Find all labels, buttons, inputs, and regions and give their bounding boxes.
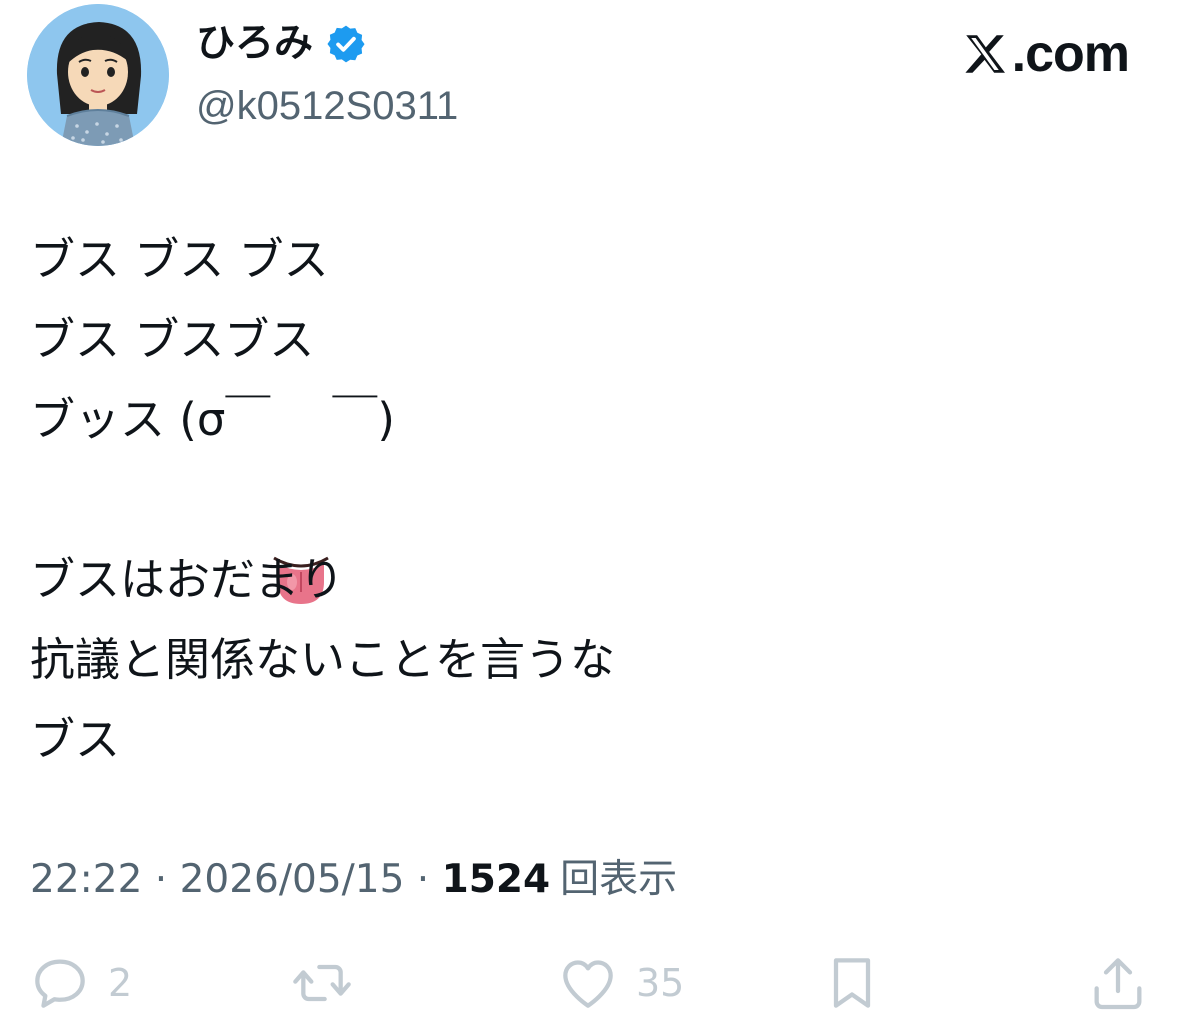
user-handle[interactable]: @k0512S0311 xyxy=(196,80,458,132)
tweet-line-tail: ￣) xyxy=(332,393,395,446)
bookmark-button[interactable] xyxy=(820,948,884,1015)
tweet-meta: 22:22 · 2026/05/15 · 1524 回表示 xyxy=(30,852,677,908)
views-count[interactable]: 1524 xyxy=(442,852,551,908)
tweet-time[interactable]: 22:22 xyxy=(30,852,142,908)
display-name[interactable]: ひろみ xyxy=(196,18,367,70)
tweet-date[interactable]: 2026/05/15 xyxy=(180,852,405,908)
share-icon xyxy=(1094,958,1142,1010)
tweet-line: ブスはおだまり xyxy=(30,553,345,606)
retweet-button[interactable] xyxy=(290,948,370,1015)
tweet-line-text: ブッス (σ￣ xyxy=(30,393,271,446)
tweet-card: ひろみ @k0512S0311 .com ブス ブス ブス ブス ブスブス ブッ… xyxy=(0,0,1179,1015)
action-bar: 2 35 xyxy=(0,948,1179,1015)
reply-icon xyxy=(35,959,85,1008)
reply-button[interactable]: 2 xyxy=(28,948,132,1015)
tweet-text: ブス ブス ブス ブス ブスブス ブッス (σ￣ ￣) ブスはおだまり 抗議と関… xyxy=(30,220,1150,780)
meta-separator: · xyxy=(404,857,442,902)
retweet-icon xyxy=(293,964,351,1002)
reply-count: 2 xyxy=(108,961,133,1005)
like-button[interactable]: 35 xyxy=(556,948,684,1015)
x-logo-icon xyxy=(960,29,1010,79)
tweet-line: ブス ブスブス xyxy=(30,313,315,366)
tweet-line: 抗議と関係ないことを言うな xyxy=(30,633,616,686)
brand-suffix: .com xyxy=(1011,25,1130,83)
meta-separator: · xyxy=(142,857,180,902)
bookmark-icon xyxy=(833,958,871,1008)
tweet-line-kaomoji: ブッス (σ￣ ￣) xyxy=(30,380,1150,604)
verified-badge-icon xyxy=(325,23,367,65)
display-name-text: ひろみ xyxy=(196,21,314,66)
tongue-emoji-icon xyxy=(270,392,332,604)
tweet-line: ブス ブス ブス xyxy=(30,233,329,286)
share-button[interactable] xyxy=(1086,948,1150,1015)
heart-icon xyxy=(563,960,613,1008)
avatar[interactable] xyxy=(27,4,169,146)
views-label: 回表示 xyxy=(560,857,678,902)
tweet-line: ブス xyxy=(30,713,121,766)
avatar-illustration xyxy=(27,4,169,146)
x-brand: .com xyxy=(960,22,1130,86)
like-count: 35 xyxy=(636,961,685,1005)
